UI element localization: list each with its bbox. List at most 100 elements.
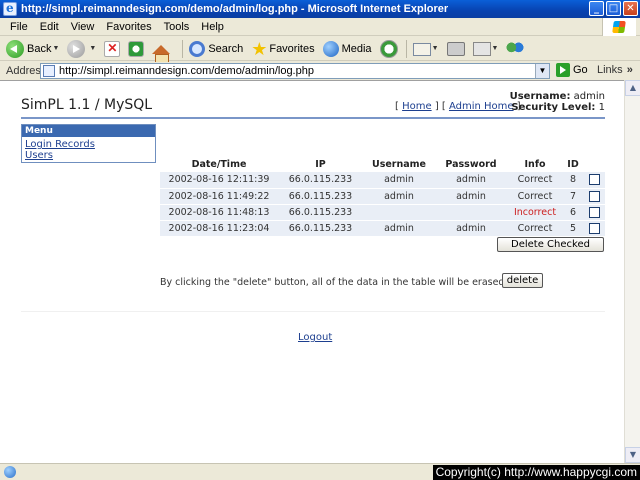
address-dropdown-icon[interactable]: ▼	[535, 64, 549, 78]
back-label: Back	[27, 42, 52, 55]
table-row: 2002-08-16 11:48:13 66.0.115.233 Incorre…	[160, 204, 605, 221]
col-ip: IP	[315, 159, 326, 170]
admin-home-link[interactable]: Admin Home	[449, 101, 514, 112]
cell-username	[363, 204, 435, 221]
print-button[interactable]	[446, 41, 465, 56]
go-button[interactable]: Go	[556, 63, 588, 77]
cell-ip: 66.0.115.233	[278, 220, 363, 237]
favorites-button[interactable]: ★ Favorites	[251, 40, 314, 58]
col-select	[583, 157, 605, 172]
row-checkbox[interactable]	[588, 174, 600, 186]
links-button[interactable]: Links»	[597, 64, 633, 76]
address-input[interactable]: http://simpl.reimanndesign.com/demo/admi…	[40, 63, 550, 79]
back-button[interactable]: Back ▼	[6, 39, 59, 58]
scroll-down-icon[interactable]: ▼	[625, 447, 640, 463]
bracket-text: ] [	[434, 101, 446, 112]
table-row: 2002-08-16 11:23:04 66.0.115.233 admin a…	[160, 220, 605, 237]
cell-password: admin	[435, 220, 507, 237]
status-page-icon	[4, 466, 16, 478]
copyright-watermark: Copyright(c) http://www.happycgi.com	[432, 465, 640, 480]
go-arrow-icon	[556, 63, 570, 77]
back-dropdown-icon[interactable]: ▼	[52, 45, 59, 52]
row-checkbox[interactable]	[588, 222, 600, 234]
links-chevron-icon: »	[626, 64, 633, 76]
col-username: Username	[371, 159, 426, 170]
side-menu: Menu Login Records Users	[21, 124, 156, 163]
minimize-button[interactable]: _	[589, 1, 604, 16]
delete-checked-button[interactable]: Delete Checked	[497, 237, 604, 252]
stop-icon	[104, 40, 121, 57]
page-viewport: SimPL 1.1 / MySQL [ Home ] [ Admin Home …	[0, 80, 624, 463]
cell-id: 7	[563, 188, 583, 205]
forward-arrow-icon	[67, 39, 86, 58]
media-button[interactable]: Media	[322, 40, 372, 57]
vertical-scrollbar[interactable]: ▲ ▼	[624, 80, 640, 463]
scroll-up-icon[interactable]: ▲	[625, 80, 640, 96]
menu-file[interactable]: File	[4, 21, 34, 33]
col-info: Info	[524, 159, 546, 170]
menu-tools[interactable]: Tools	[158, 21, 196, 33]
close-button[interactable]: ✕	[623, 1, 638, 16]
history-icon	[379, 39, 398, 58]
mail-button[interactable]: ▼	[412, 41, 439, 56]
mail-dropdown-icon[interactable]: ▼	[432, 45, 439, 52]
login-records-link[interactable]: Login Records	[22, 139, 155, 150]
messenger-icon	[506, 40, 525, 57]
forward-dropdown-icon[interactable]: ▼	[89, 45, 96, 52]
user-info: Username: admin Security Level: 1	[510, 91, 605, 113]
home-link[interactable]: Home	[402, 101, 432, 112]
cell-select	[583, 204, 605, 221]
menu-bar: File Edit View Favorites Tools Help	[0, 18, 640, 36]
edit-icon	[472, 41, 491, 56]
delete-button[interactable]: delete	[502, 273, 543, 288]
edit-button[interactable]: ▼	[472, 41, 499, 56]
cell-info: Correct	[507, 220, 563, 237]
table-row: 2002-08-16 12:11:39 66.0.115.233 admin a…	[160, 172, 605, 189]
cell-id: 8	[563, 172, 583, 189]
forward-button[interactable]: ▼	[67, 39, 96, 58]
favorites-label: Favorites	[269, 42, 315, 55]
search-button[interactable]: Search	[189, 40, 243, 57]
page-icon	[43, 65, 55, 77]
username-value: admin	[573, 91, 605, 102]
stop-button[interactable]	[104, 40, 121, 57]
address-bar: Address http://simpl.reimanndesign.com/d…	[0, 62, 640, 80]
refresh-button[interactable]	[128, 40, 145, 57]
username-label: Username:	[509, 91, 571, 102]
row-checkbox[interactable]	[588, 190, 600, 202]
col-password: Password	[445, 159, 497, 170]
maximize-button[interactable]: □	[606, 1, 621, 16]
links-label: Links	[597, 64, 623, 76]
login-records-table: Date/Time IP Username Password Info ID 2…	[160, 157, 605, 237]
security-level-label: Security Level:	[511, 102, 596, 113]
cell-password: admin	[435, 188, 507, 205]
cell-info: Correct	[507, 188, 563, 205]
messenger-button[interactable]	[506, 40, 525, 57]
security-level-value: 1	[598, 102, 605, 113]
print-icon	[446, 41, 465, 56]
logout-link[interactable]: Logout	[298, 332, 332, 343]
home-icon	[152, 45, 171, 64]
home-button[interactable]	[152, 45, 171, 64]
star-icon: ★	[251, 38, 268, 59]
cell-password	[435, 204, 507, 221]
site-title: SimPL 1.1 / MySQL	[21, 97, 153, 113]
menu-favorites[interactable]: Favorites	[100, 21, 157, 33]
cell-datetime: 2002-08-16 11:48:13	[160, 204, 278, 221]
cell-ip: 66.0.115.233	[278, 188, 363, 205]
cell-select	[583, 220, 605, 237]
menu-edit[interactable]: Edit	[34, 21, 65, 33]
top-nav-links: [ Home ] [ Admin Home ]	[395, 101, 521, 112]
cell-info: Incorrect	[507, 204, 563, 221]
windows-logo	[602, 18, 636, 36]
edit-dropdown-icon[interactable]: ▼	[492, 45, 499, 52]
cell-ip: 66.0.115.233	[278, 204, 363, 221]
history-button[interactable]	[379, 39, 398, 58]
back-arrow-icon	[6, 39, 24, 58]
cell-select	[583, 172, 605, 189]
menu-help[interactable]: Help	[195, 21, 230, 33]
users-link[interactable]: Users	[22, 150, 155, 161]
cell-ip: 66.0.115.233	[278, 172, 363, 189]
menu-view[interactable]: View	[65, 21, 101, 33]
row-checkbox[interactable]	[588, 206, 600, 218]
